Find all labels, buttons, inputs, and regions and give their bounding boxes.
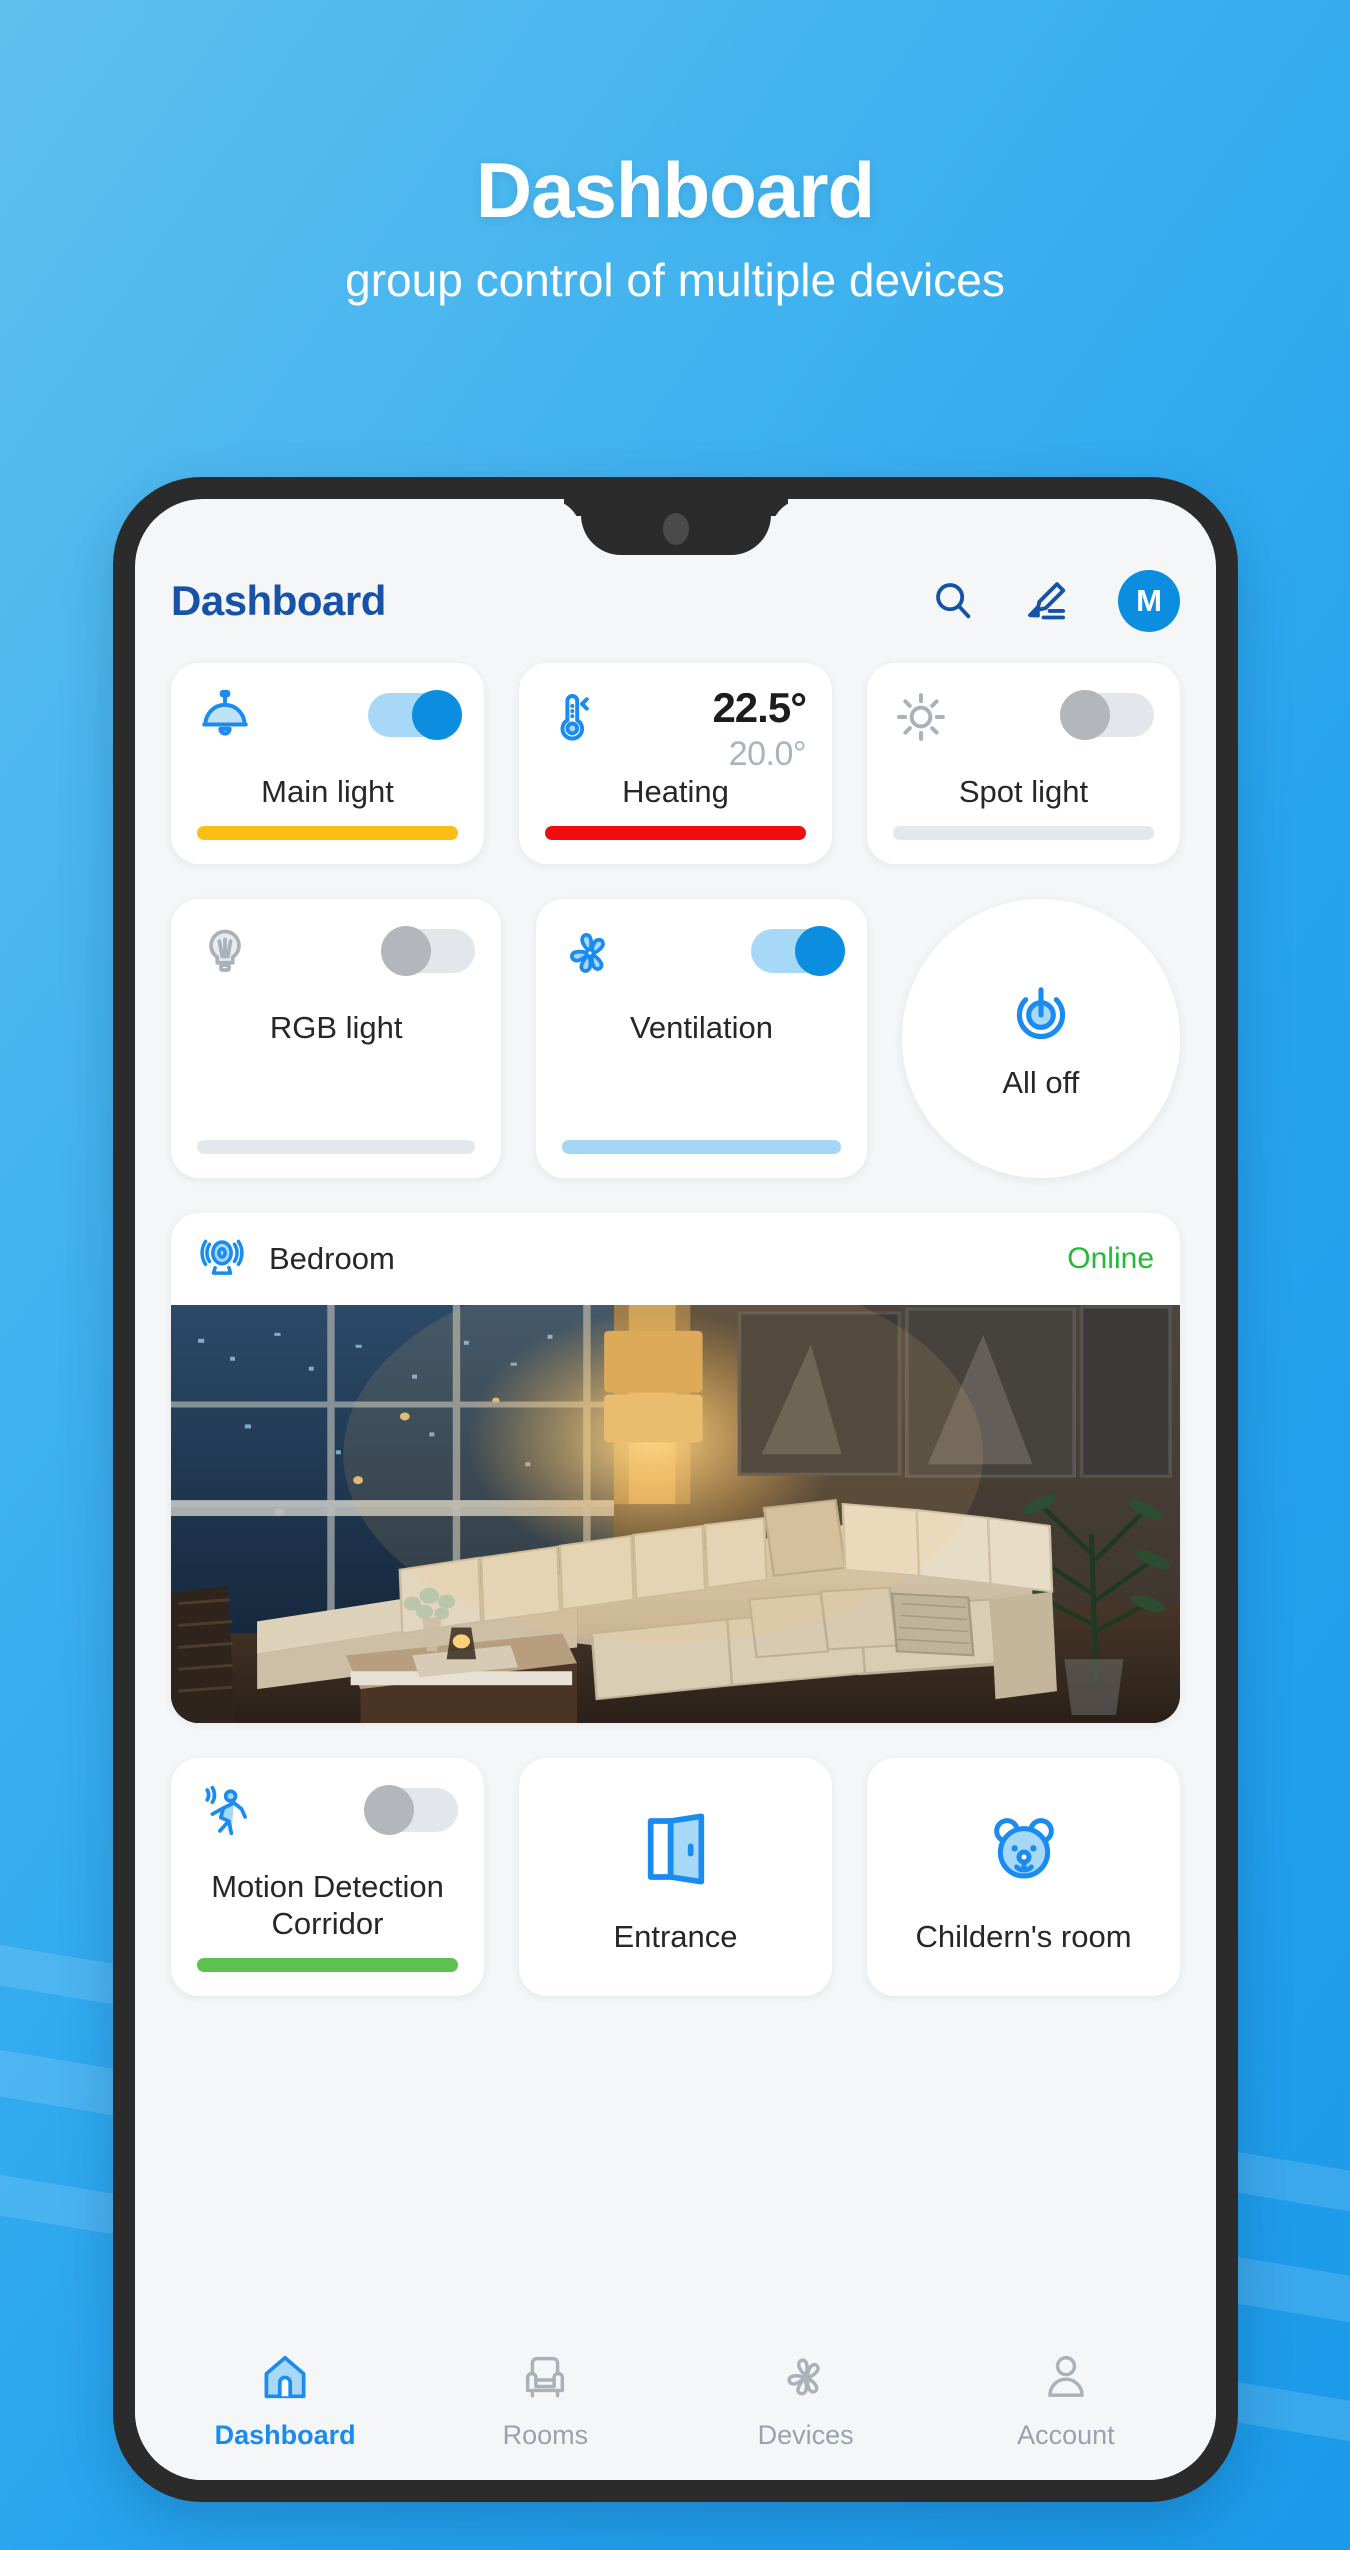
pendant-lamp-icon bbox=[197, 689, 253, 750]
device-card-heating[interactable]: 22.5° 20.0° Heating bbox=[519, 663, 832, 865]
target-temperature: 20.0° bbox=[728, 735, 807, 773]
nav-label: Dashboard bbox=[214, 2420, 356, 2450]
card-top bbox=[893, 689, 1154, 755]
toggle-main-light[interactable] bbox=[368, 690, 462, 740]
brightness-bar[interactable] bbox=[197, 826, 458, 841]
device-row-2: RGB light Ventilation All off bbox=[171, 899, 1180, 1178]
device-label: Entrance bbox=[613, 1918, 738, 1954]
device-row-3: Motion Detection Corridor Entrance Child… bbox=[171, 1757, 1180, 1996]
promo-text-block: Dashboard group control of multiple devi… bbox=[0, 146, 1350, 307]
brightness-bar[interactable] bbox=[893, 826, 1154, 841]
card-top bbox=[197, 689, 462, 755]
nav-label: Rooms bbox=[502, 2420, 589, 2450]
promo-title: Dashboard bbox=[475, 146, 875, 234]
device-label: Spot light bbox=[958, 774, 1089, 809]
device-card-main-light[interactable]: Main light bbox=[171, 663, 484, 865]
device-label: Motion Detection Corridor bbox=[211, 1868, 444, 1941]
camera-card-bedroom[interactable]: Bedroom Online bbox=[171, 1212, 1180, 1723]
sun-spotlight-icon bbox=[893, 689, 949, 750]
card-top bbox=[197, 1784, 458, 1850]
device-card-motion-detection[interactable]: Motion Detection Corridor bbox=[171, 1757, 484, 1996]
toggle-ventilation[interactable] bbox=[750, 926, 845, 977]
card-top bbox=[562, 925, 845, 991]
device-label: RGB light bbox=[269, 1010, 403, 1046]
device-card-childerns-room[interactable]: Childern's room bbox=[867, 1757, 1180, 1996]
device-card-ventilation[interactable]: Ventilation bbox=[536, 899, 867, 1178]
app-header: Dashboard M bbox=[135, 551, 1216, 651]
device-card-entrance[interactable]: Entrance bbox=[519, 1757, 832, 1996]
nav-label: Devices bbox=[757, 2420, 854, 2450]
fan-icon bbox=[780, 2351, 832, 2408]
promo-subtitle: group control of multiple devices bbox=[345, 253, 1005, 306]
nav-label: Account bbox=[1017, 2420, 1115, 2450]
camera-header: Bedroom Online bbox=[171, 1213, 1180, 1305]
camera-live-view[interactable] bbox=[171, 1304, 1180, 1723]
device-label: Ventilation bbox=[629, 1010, 774, 1046]
teddy-bear-icon bbox=[984, 1809, 1064, 1894]
fan-icon bbox=[562, 925, 618, 986]
device-row-1: Main light 22.5° 20.0° Heating Spot ligh… bbox=[171, 663, 1180, 865]
device-label: Main light bbox=[261, 774, 394, 809]
nav-item-rooms[interactable]: Rooms bbox=[415, 2351, 675, 2451]
nav-item-account[interactable]: Account bbox=[936, 2351, 1196, 2451]
device-label: Childern's room bbox=[915, 1918, 1132, 1954]
camera-icon bbox=[197, 1231, 247, 1286]
device-label: Heating bbox=[622, 774, 729, 809]
card-top bbox=[197, 925, 476, 991]
bottom-navigation: Dashboard Rooms Devices Account bbox=[135, 2336, 1216, 2480]
toggle-rgb-light[interactable] bbox=[381, 926, 476, 977]
power-icon bbox=[1005, 976, 1077, 1053]
home-icon bbox=[259, 2351, 311, 2408]
header-actions: M bbox=[930, 570, 1180, 632]
brightness-bar[interactable] bbox=[197, 1139, 476, 1154]
person-icon bbox=[1040, 2351, 1092, 2408]
heating-level-bar[interactable] bbox=[545, 826, 806, 841]
device-card-rgb-light[interactable]: RGB light bbox=[171, 899, 502, 1178]
front-camera-icon bbox=[662, 513, 689, 545]
card-top: 22.5° 20.0° bbox=[545, 687, 807, 771]
toggle-spot-light[interactable] bbox=[1060, 690, 1154, 740]
avatar[interactable]: M bbox=[1118, 570, 1180, 632]
phone-screen: Dashboard M Main light 22.5° 20.0° Heati… bbox=[135, 499, 1216, 2480]
running-person-icon bbox=[197, 1784, 253, 1845]
nav-item-dashboard[interactable]: Dashboard bbox=[155, 2351, 415, 2451]
phone-notch bbox=[580, 499, 771, 555]
motion-status-bar[interactable] bbox=[197, 1957, 458, 1972]
device-card-spot-light[interactable]: Spot light bbox=[867, 663, 1180, 865]
current-temperature: 22.5° bbox=[712, 684, 807, 731]
search-icon[interactable] bbox=[930, 578, 976, 624]
page-title: Dashboard bbox=[171, 577, 386, 624]
app-content: Main light 22.5° 20.0° Heating Spot ligh… bbox=[135, 651, 1216, 2336]
all-off-button[interactable]: All off bbox=[901, 899, 1180, 1178]
all-off-label: All off bbox=[1002, 1064, 1080, 1100]
nav-item-devices[interactable]: Devices bbox=[676, 2351, 936, 2451]
fan-speed-bar[interactable] bbox=[562, 1139, 841, 1154]
status-badge: Online bbox=[1067, 1241, 1154, 1275]
phone-mockup: Dashboard M Main light 22.5° 20.0° Heati… bbox=[113, 477, 1238, 2502]
open-door-icon bbox=[636, 1809, 716, 1894]
temperature-readout: 22.5° 20.0° bbox=[712, 684, 807, 773]
thermometer-icon bbox=[545, 689, 601, 750]
bulb-icon bbox=[197, 925, 253, 986]
camera-name: Bedroom bbox=[269, 1240, 395, 1276]
toggle-motion-detection[interactable] bbox=[364, 1784, 458, 1835]
armchair-icon bbox=[519, 2351, 571, 2408]
edit-pencil-icon[interactable] bbox=[1024, 578, 1070, 624]
